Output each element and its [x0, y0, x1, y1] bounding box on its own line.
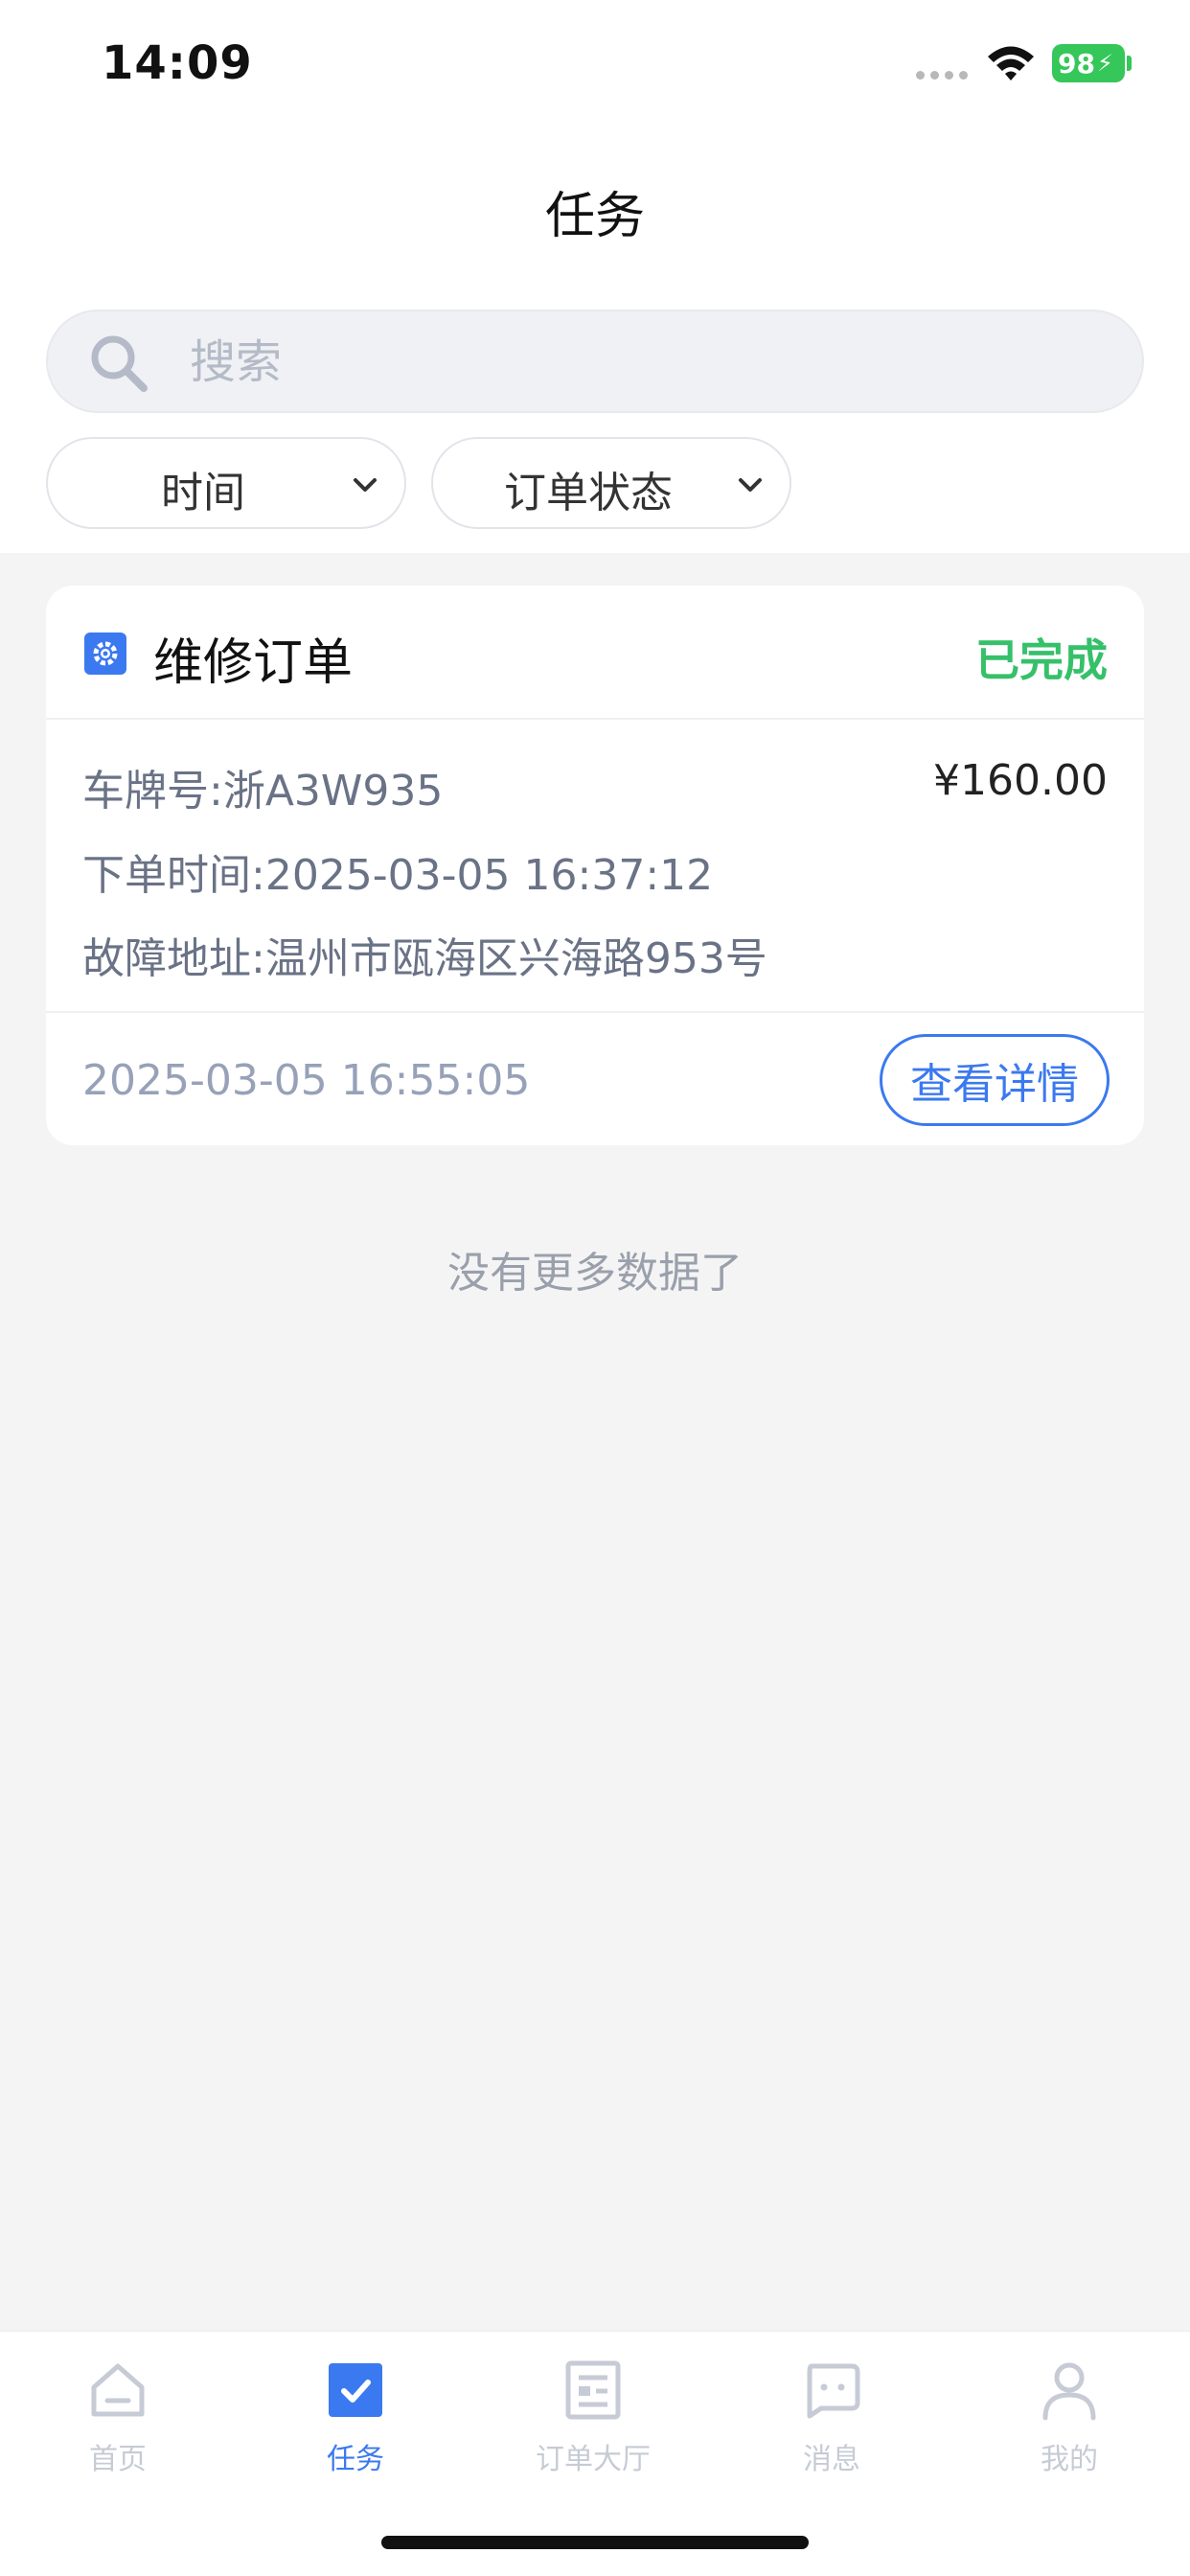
search-input[interactable]	[190, 329, 1052, 396]
order-time-label: 下单时间:	[82, 851, 265, 900]
order-card-header: 维修订单 已完成	[46, 586, 1144, 720]
tab-messages-label: 消息	[803, 2443, 860, 2476]
page-title: 任务	[544, 188, 645, 245]
home-icon	[91, 2363, 145, 2417]
gear-icon	[84, 632, 126, 675]
message-icon	[807, 2363, 860, 2419]
order-status-badge: 已完成	[975, 634, 1108, 686]
tab-profile[interactable]: 我的	[993, 2349, 1146, 2493]
battery-cap	[1127, 56, 1132, 71]
order-card-footer: 2025-03-05 16:55:05 查看详情	[46, 1011, 1144, 1145]
chevron-down-icon	[739, 478, 762, 492]
filter-time[interactable]: 时间	[46, 437, 406, 529]
search-bar[interactable]	[46, 310, 1144, 413]
plate-label: 车牌号:	[82, 767, 223, 816]
status-time: 14:09	[102, 36, 253, 90]
order-price: ¥160.00	[933, 756, 1108, 805]
order-time-row: 下单时间:2025-03-05 16:37:12	[82, 840, 713, 902]
order-type-title: 维修订单	[153, 634, 354, 692]
tab-home-label: 首页	[89, 2443, 147, 2476]
tab-order-hall-label: 订单大厅	[536, 2443, 651, 2476]
address-row: 故障地址:温州市瓯海区兴海路953号	[82, 924, 767, 985]
order-hall-icon	[565, 2360, 621, 2420]
tab-task[interactable]: 任务	[279, 2349, 432, 2493]
chevron-down-icon	[354, 478, 377, 492]
view-details-button[interactable]: 查看详情	[880, 1034, 1110, 1126]
order-footer-time: 2025-03-05 16:55:05	[82, 1056, 531, 1105]
wifi-icon	[988, 46, 1034, 80]
filter-order-status-label: 订单状态	[504, 469, 673, 518]
cellular-signal-icon	[916, 71, 968, 80]
tab-task-label: 任务	[327, 2443, 384, 2476]
filter-order-status[interactable]: 订单状态	[431, 437, 791, 529]
order-time-value: 2025-03-05 16:37:12	[264, 851, 714, 900]
tab-profile-label: 我的	[1041, 2443, 1098, 2476]
tab-home[interactable]: 首页	[41, 2349, 195, 2493]
tab-order-hall[interactable]: 订单大厅	[516, 2349, 670, 2493]
profile-icon	[1042, 2362, 1096, 2421]
task-check-icon	[329, 2363, 382, 2417]
battery-icon: 98 ⚡	[1052, 44, 1125, 82]
no-more-data-text: 没有更多数据了	[447, 1249, 743, 1298]
search-icon	[91, 335, 148, 392]
filter-time-label: 时间	[161, 469, 245, 518]
home-indicator	[381, 2536, 809, 2549]
address-value: 温州市瓯海区兴海路953号	[264, 934, 767, 983]
tab-messages[interactable]: 消息	[755, 2349, 908, 2493]
battery-level: 98	[1058, 47, 1095, 80]
address-label: 故障地址:	[82, 934, 265, 983]
plate-value: 浙A3W935	[222, 767, 444, 816]
order-card[interactable]: 维修订单 已完成 车牌号:浙A3W935 ¥160.00 下单时间:2025-0…	[46, 586, 1144, 1145]
plate-row: 车牌号:浙A3W935	[82, 756, 443, 817]
